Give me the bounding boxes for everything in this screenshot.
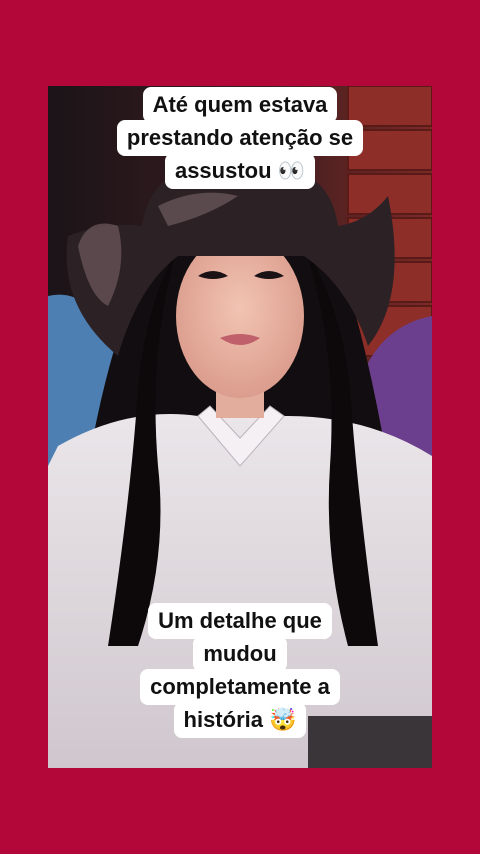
caption-top-line-1: Até quem estava [142, 87, 338, 123]
face [176, 234, 304, 398]
caption-top-line-2: prestando atenção se [116, 120, 364, 156]
caption-top-line-3: assustou 👀 [164, 153, 316, 189]
caption-bottom: Um detalhe que mudou completamente a his… [0, 603, 480, 738]
caption-top: Até quem estava prestando atenção se ass… [0, 87, 480, 189]
caption-bottom-line-2: mudou [193, 636, 287, 672]
caption-bottom-line-1: Um detalhe que [148, 603, 332, 639]
caption-bottom-line-4: história 🤯 [173, 702, 307, 738]
caption-bottom-line-3: completamente a [140, 669, 340, 705]
